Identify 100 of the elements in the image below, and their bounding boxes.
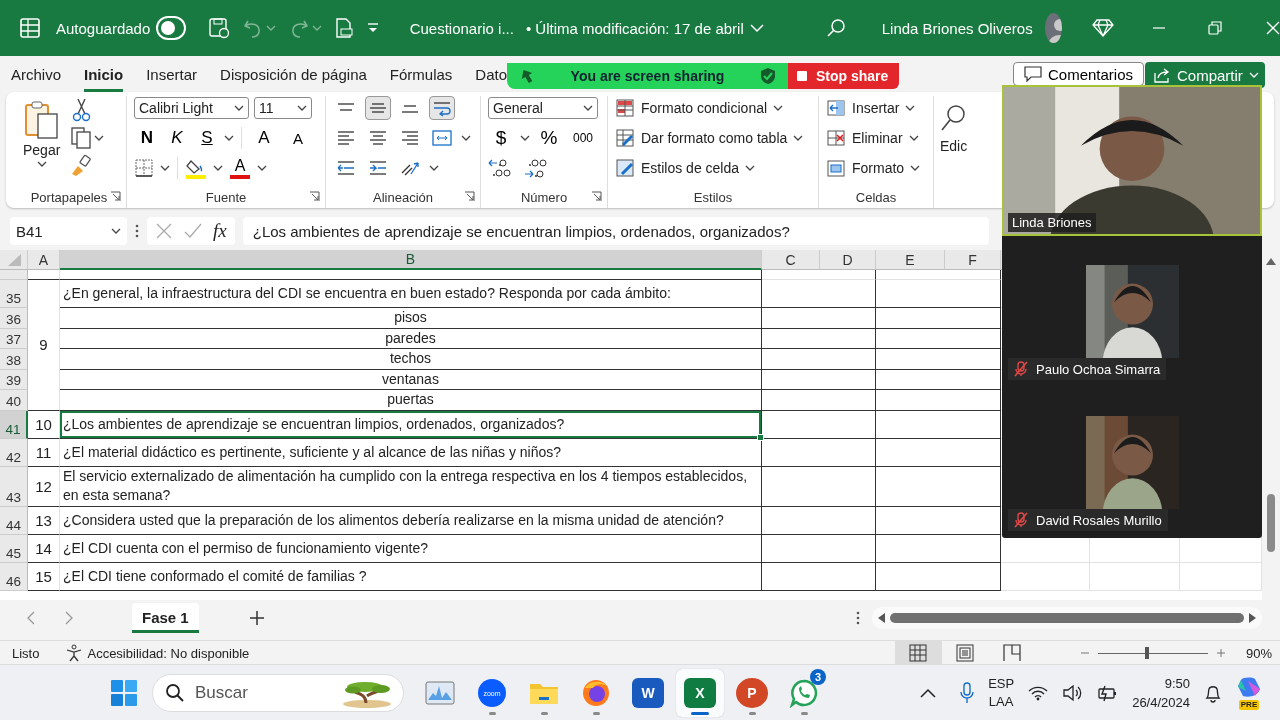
accessibility-status[interactable]: Accesibilidad: No disponible [87, 645, 250, 661]
video-tile[interactable]: Linda Briones [1002, 85, 1262, 236]
row-header[interactable]: 35 [0, 280, 28, 308]
editing-button[interactable]: Edic [940, 138, 968, 154]
font-family-select[interactable]: Calibri Light [134, 97, 249, 119]
formula-input[interactable]: ¿Los ambientes de aprendizaje se encuentran limpios, ordenados, organizados? [242, 217, 989, 245]
column-header[interactable]: B [60, 250, 762, 270]
name-box[interactable]: B41 [10, 217, 127, 245]
clock[interactable]: 9:50 26/4/2024 [1132, 674, 1190, 712]
caret-icon[interactable] [583, 104, 593, 112]
row-header[interactable]: 44 [0, 506, 28, 535]
spreadsheet-icon[interactable] [18, 16, 42, 40]
column-header[interactable]: D [820, 250, 876, 270]
styles-menu-button[interactable]: Estilos de celda [641, 160, 740, 176]
caret-icon[interactable] [160, 164, 170, 172]
currency-button[interactable]: $ [488, 126, 514, 150]
caret-icon[interactable] [910, 164, 921, 172]
accessibility-icon[interactable] [65, 644, 84, 662]
row-header[interactable]: 42 [0, 438, 28, 467]
start-icon[interactable] [110, 679, 138, 707]
cells-menu-button[interactable]: Insertar [852, 100, 900, 116]
scroll-right-icon[interactable] [1248, 612, 1258, 624]
diamond-icon[interactable] [1092, 18, 1114, 38]
search-field[interactable]: Buscar [152, 674, 404, 712]
ribbon-tab[interactable]: Insertar [146, 59, 198, 92]
borders-icon[interactable] [134, 158, 156, 178]
user-name[interactable]: Linda Briones Oliveros [881, 19, 1033, 37]
caret-icon[interactable] [520, 134, 530, 142]
grow-font-button[interactable]: A [249, 126, 279, 150]
styles-menu-button[interactable]: Formato condicional [641, 100, 768, 116]
caret-icon[interactable] [793, 134, 804, 142]
dialog-launcher-icon[interactable] [591, 191, 602, 202]
previous-sheet-icon[interactable] [26, 611, 36, 625]
font-color-button[interactable]: A [227, 155, 253, 181]
slider-thumb[interactable] [1145, 647, 1150, 659]
caret-icon[interactable] [234, 104, 244, 112]
caret-icon[interactable] [773, 104, 784, 112]
percent-button[interactable]: % [536, 126, 562, 150]
bell-icon[interactable] [1204, 683, 1222, 703]
dialog-launcher-icon[interactable] [110, 191, 121, 202]
taskbar-button[interactable]: 3 [780, 669, 828, 717]
caret-icon[interactable] [908, 134, 919, 142]
row-header[interactable]: 38 [0, 349, 28, 370]
comments-button[interactable]: Comentarios [1013, 62, 1145, 86]
next-sheet-icon[interactable] [64, 611, 74, 625]
font-size-select[interactable]: 11 [254, 97, 312, 119]
caret-icon[interactable] [111, 227, 121, 235]
save-icon[interactable] [207, 17, 230, 39]
caret-icon[interactable] [905, 104, 916, 112]
caret-icon[interactable] [297, 104, 307, 112]
avatar[interactable] [1044, 13, 1062, 43]
zoom-level[interactable]: 90% [1245, 645, 1272, 661]
fill-handle[interactable] [757, 433, 764, 441]
file-name[interactable]: Cuestionario i... [409, 19, 514, 37]
caret-icon[interactable] [429, 164, 439, 172]
scroll-thumb[interactable] [890, 613, 1244, 623]
row-header[interactable]: 36 [0, 308, 28, 329]
caret-icon[interactable] [461, 134, 471, 142]
row-header[interactable]: 40 [0, 390, 28, 411]
zoom-in-icon[interactable] [1215, 648, 1226, 658]
more-icon[interactable] [856, 610, 860, 626]
ribbon-tab[interactable]: Archivo [11, 59, 62, 92]
paste-button[interactable]: Pegar [19, 96, 65, 186]
taskbar-button[interactable]: P [728, 669, 776, 717]
styles-menu-button[interactable]: Dar formato como tabla [641, 130, 788, 146]
column-header[interactable]: C [762, 250, 820, 270]
column-header[interactable]: F [945, 250, 1001, 270]
add-sheet-icon[interactable] [248, 610, 265, 626]
sheet-tab[interactable]: Fase 1 [132, 603, 199, 633]
share-button[interactable]: Compartir [1145, 62, 1265, 88]
copilot-icon[interactable] [1236, 676, 1262, 699]
increase-decimal-icon[interactable] [488, 157, 512, 179]
video-tile[interactable]: David Rosales Murillo [1002, 387, 1262, 538]
column-header[interactable]: E [876, 250, 945, 270]
print-preview-icon[interactable] [333, 17, 354, 39]
search-icon[interactable] [825, 18, 846, 38]
ribbon-tab[interactable]: Dato [475, 59, 508, 92]
video-tile[interactable]: Paulo Ochoa Simarra [1002, 236, 1262, 387]
row-header[interactable]: 45 [0, 534, 28, 563]
search-icon[interactable] [940, 104, 966, 132]
taskbar-button[interactable]: X [676, 669, 724, 717]
caret-icon[interactable] [257, 164, 267, 172]
autosave-toggle[interactable] [156, 16, 186, 40]
chevron-down-icon[interactable] [749, 23, 764, 33]
ribbon-tab[interactable]: Fórmulas [389, 59, 453, 92]
ribbon-tab[interactable]: Disposición de página [220, 59, 367, 92]
caret-icon[interactable] [213, 164, 223, 172]
last-modified[interactable]: • Última modificación: 17 de abril [525, 19, 744, 37]
italic-button[interactable]: K [164, 126, 190, 150]
column-header[interactable]: A [28, 250, 60, 270]
taskbar-button[interactable]: W [624, 669, 672, 717]
stop-share-button[interactable]: Stop share [788, 63, 899, 89]
battery-charging-icon[interactable] [1096, 684, 1119, 702]
row-header[interactable]: 46 [0, 562, 28, 591]
dialog-launcher-icon[interactable] [309, 191, 320, 202]
caret-icon[interactable] [94, 134, 105, 142]
cut-icon[interactable] [70, 98, 93, 122]
more-icon[interactable] [135, 223, 139, 239]
number-format-select[interactable]: General [488, 97, 598, 119]
close-icon[interactable] [1266, 21, 1280, 35]
